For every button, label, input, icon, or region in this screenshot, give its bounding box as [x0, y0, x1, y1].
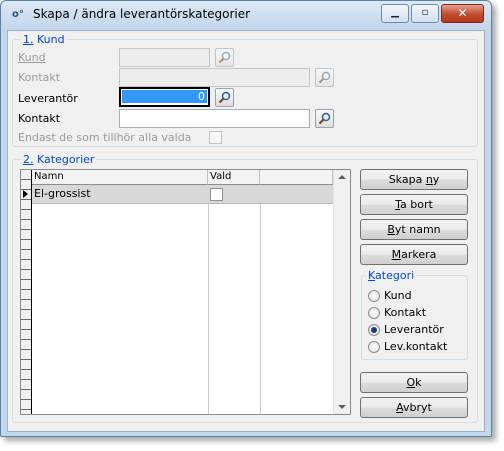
leverantor-lookup-button[interactable]: [215, 88, 234, 107]
table-row[interactable]: El-grossist: [32, 185, 333, 204]
leverantor-value: 0: [122, 90, 207, 103]
radio-option-kund[interactable]: Kund: [368, 289, 464, 303]
kategorier-grid[interactable]: Namn Vald El-grossist: [20, 169, 351, 415]
kontakt-label: Kontakt: [18, 71, 61, 84]
kategorier-legend-text: Kategorier: [33, 153, 95, 166]
scroll-down-arrow-icon[interactable]: [338, 405, 346, 409]
radio-option-kontakt[interactable]: Kontakt: [368, 306, 464, 320]
leverantor-kontakt-lookup-button[interactable]: [315, 109, 334, 128]
magnifier-icon: [218, 51, 231, 64]
close-button[interactable]: ✕: [441, 4, 484, 23]
markera-accelerator: M: [391, 248, 402, 261]
kategori-radio-group: Kategori Kund Kontakt Leverantör Lev.kon…: [361, 269, 468, 360]
byt-namn-accelerator: B: [387, 223, 395, 236]
radio-levkontakt[interactable]: [368, 341, 380, 353]
window-title: Skapa / ändra leverantörskategorier: [33, 7, 251, 21]
dialog-window: o° Skapa / ändra leverantörskategorier ▁…: [0, 0, 492, 437]
column-header-vald[interactable]: Vald: [208, 170, 260, 185]
byt-namn-label: yt namn: [394, 223, 441, 236]
ta-bort-label: a bort: [400, 198, 433, 211]
column-divider: [260, 204, 261, 414]
radio-leverantor-label: Leverantör: [384, 323, 444, 336]
skapa-ny-button[interactable]: Skapa ny: [360, 169, 468, 190]
radio-kund-label: Kund: [384, 289, 412, 302]
magnifier-icon: [318, 71, 331, 84]
ok-button[interactable]: Ok: [360, 372, 468, 393]
kund-group-legend: 1. Kund: [21, 33, 67, 46]
title-bar[interactable]: o° Skapa / ändra leverantörskategorier ▁…: [1, 1, 491, 29]
kontakt-lookup-button[interactable]: [315, 68, 334, 87]
kund-lookup-button[interactable]: [215, 48, 234, 67]
kund-legend-text: Kund: [33, 33, 65, 46]
endast-label: Endast de som tillhör alla valda: [18, 131, 192, 144]
radio-option-leverantor[interactable]: Leverantör: [368, 323, 464, 337]
column-header-empty: [260, 170, 333, 185]
radio-leverantor[interactable]: [368, 324, 380, 336]
app-icon: o°: [12, 9, 24, 20]
radio-kund[interactable]: [368, 290, 380, 302]
radio-levkontakt-label: Lev.kontakt: [384, 340, 448, 353]
byt-namn-button[interactable]: Byt namn: [360, 219, 468, 240]
endast-checkbox[interactable]: [209, 131, 222, 144]
leverantor-label: Leverantör: [18, 92, 78, 105]
kontakt-field[interactable]: [119, 68, 310, 87]
kategorier-group-legend: 2. Kategorier: [21, 153, 97, 166]
radio-option-levkontakt[interactable]: Lev.kontakt: [368, 340, 464, 354]
skapa-ny-accelerator: n: [425, 173, 433, 186]
minimize-button[interactable]: ▁: [381, 4, 409, 23]
grid-vertical-scrollbar[interactable]: [333, 170, 350, 414]
avbryt-accelerator: A: [396, 401, 404, 414]
kategori-legend: Kategori: [366, 269, 417, 282]
radio-kontakt-label: Kontakt: [384, 306, 427, 319]
vald-checkbox[interactable]: [210, 188, 223, 201]
kund-label: Kund: [18, 51, 46, 64]
kategorier-legend-number: 2.: [23, 153, 34, 166]
maximize-button[interactable]: ▫: [411, 4, 439, 23]
row-header-column: [21, 170, 32, 414]
ok-accelerator: O: [406, 376, 416, 389]
leverantor-kontakt-field[interactable]: [119, 109, 310, 128]
scroll-up-arrow-icon[interactable]: [338, 175, 346, 179]
ta-bort-button[interactable]: Ta bort: [360, 194, 468, 215]
markera-button[interactable]: Markera: [360, 244, 468, 265]
avbryt-button[interactable]: Avbryt: [360, 397, 468, 418]
row-namn-cell[interactable]: El-grossist: [32, 185, 208, 204]
skapa-ny-label-pre: Skapa: [388, 173, 426, 186]
leverantor-field[interactable]: 0: [119, 87, 210, 107]
avbryt-label: vbryt: [403, 401, 432, 414]
row-vald-cell[interactable]: [208, 185, 260, 204]
markera-label: arkera: [401, 248, 437, 261]
magnifier-icon: [218, 91, 231, 104]
kategori-legend-accelerator: K: [368, 269, 376, 282]
radio-kontakt[interactable]: [368, 307, 380, 319]
magnifier-icon: [318, 112, 331, 125]
kund-field[interactable]: [119, 48, 210, 67]
ok-label: k: [415, 376, 422, 389]
kategori-legend-text: ategori: [375, 269, 415, 282]
column-header-namn[interactable]: Namn: [32, 170, 208, 185]
column-divider: [208, 204, 209, 414]
kund-legend-number: 1.: [23, 33, 34, 46]
dialog-client-area: 1. Kund Kund Kontakt Leverantör 0 Kontak…: [7, 30, 485, 432]
skapa-ny-label-post: y: [432, 173, 440, 186]
leverantor-kontakt-label: Kontakt: [18, 112, 61, 125]
current-row-arrow-icon: [23, 190, 28, 198]
